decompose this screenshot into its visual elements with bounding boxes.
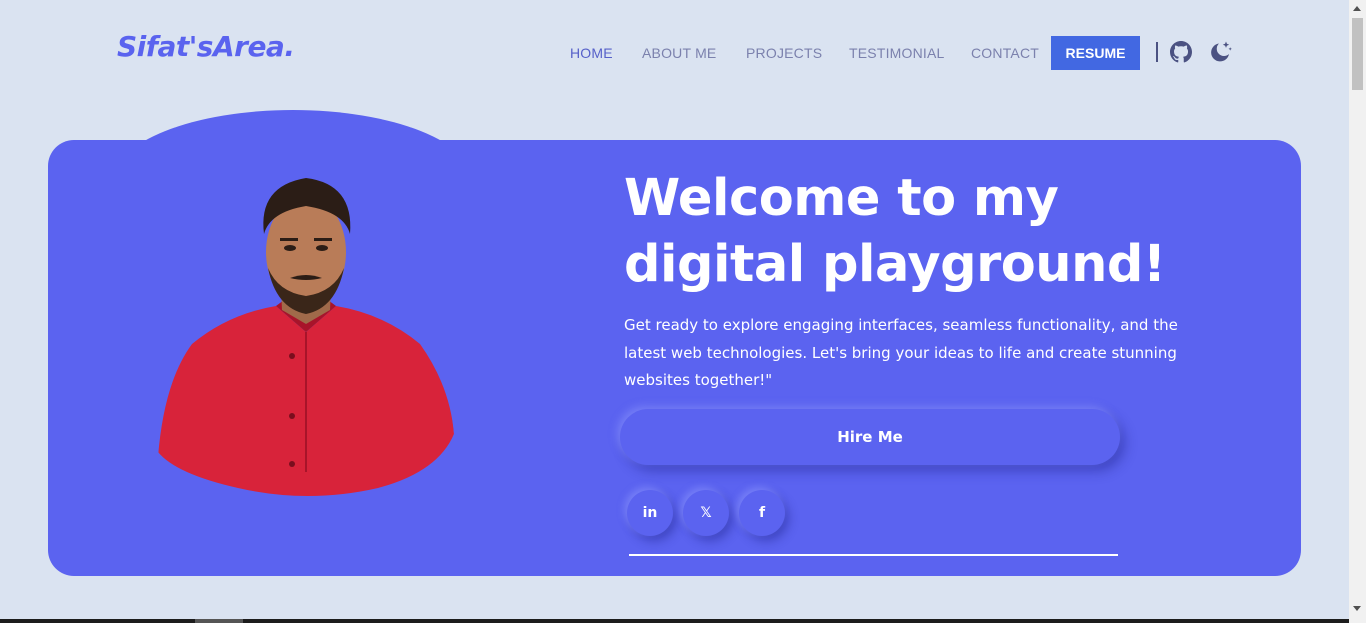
hero-title: Welcome to my digital playground! <box>624 166 1224 298</box>
scrollbar-thumb[interactable] <box>1352 18 1363 90</box>
dark-mode-moon-icon[interactable] <box>1207 40 1233 64</box>
scroll-up-arrow-icon[interactable] <box>1353 6 1361 11</box>
horizontal-scrollbar-thumb[interactable] <box>195 619 243 623</box>
resume-button[interactable]: RESUME <box>1051 36 1140 70</box>
linkedin-icon[interactable]: in <box>627 490 673 536</box>
nav-testimonial[interactable]: TESTIMONIAL <box>849 45 945 61</box>
nav-contact[interactable]: CONTACT <box>971 45 1039 61</box>
linkedin-label: in <box>642 505 658 521</box>
hire-me-button[interactable]: Hire Me <box>620 409 1120 465</box>
facebook-icon[interactable]: f <box>739 490 785 536</box>
facebook-label: f <box>758 505 766 521</box>
vertical-scrollbar[interactable] <box>1349 0 1366 623</box>
hero-description: Get ready to explore engaging interfaces… <box>624 316 1178 389</box>
main-nav: HOME ABOUT ME PROJECTS TESTIMONIAL CONTA… <box>0 36 1349 70</box>
x-twitter-label: 𝕏 <box>700 505 712 521</box>
hero-underline <box>629 554 1118 556</box>
x-twitter-icon[interactable]: 𝕏 <box>683 490 729 536</box>
nav-about-me[interactable]: ABOUT ME <box>642 45 716 61</box>
page: Sifat'sArea. HOME ABOUT ME PROJECTS TEST… <box>0 0 1349 619</box>
hero-title-line-2: digital playground! <box>624 235 1166 294</box>
nav-projects[interactable]: PROJECTS <box>746 45 822 61</box>
github-icon[interactable] <box>1170 41 1192 63</box>
hero-title-line-1: Welcome to my <box>624 169 1059 228</box>
nav-divider <box>1156 42 1158 62</box>
scroll-down-arrow-icon[interactable] <box>1353 606 1361 611</box>
nav-home[interactable]: HOME <box>570 45 613 61</box>
profile-portrait <box>158 178 454 496</box>
